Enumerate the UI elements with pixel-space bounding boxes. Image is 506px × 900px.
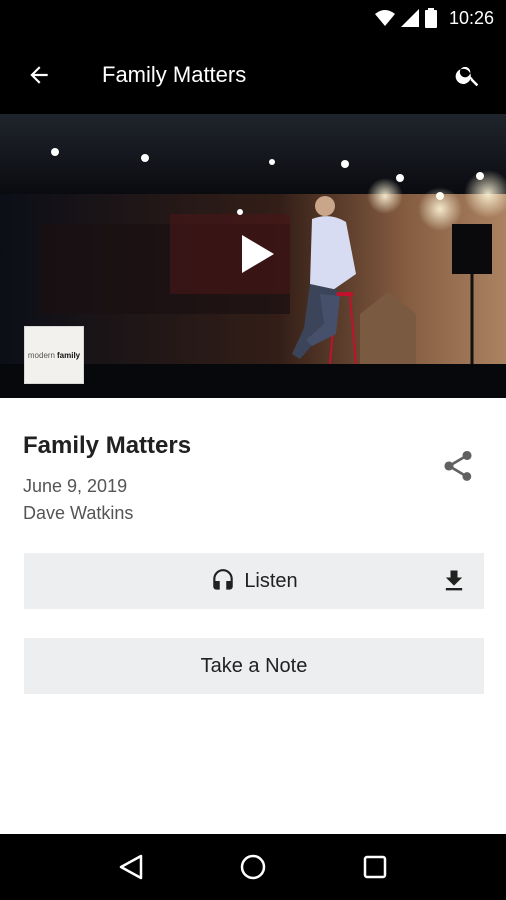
search-icon (455, 66, 479, 87)
status-time: 10:26 (448, 7, 494, 28)
take-note-label: Take a Note (200, 654, 308, 677)
sermon-video-hero[interactable]: modern family (0, 114, 506, 398)
status-bar: 10:26 (0, 0, 506, 36)
sermon-speaker: Dave Watkins (23, 503, 134, 523)
nav-back-button[interactable] (106, 842, 156, 892)
sermon-date: June 9, 2019 (23, 476, 128, 496)
app-bar: Family Matters (0, 36, 506, 114)
system-nav-bar (0, 834, 506, 900)
share-button[interactable] (436, 444, 480, 488)
wifi-icon (374, 9, 395, 27)
thumbnail-text-light: modern (27, 350, 55, 360)
page-title: Family Matters (102, 62, 247, 87)
listen-button[interactable]: Listen (24, 553, 484, 609)
nav-recents-icon (363, 855, 387, 879)
nav-home-icon (240, 854, 266, 880)
cell-signal-icon (400, 9, 419, 27)
back-button[interactable] (0, 36, 80, 114)
series-thumbnail: modern family (24, 326, 84, 384)
download-button[interactable] (436, 563, 472, 599)
play-button[interactable] (234, 232, 278, 276)
thumbnail-text-bold: family (57, 350, 81, 360)
nav-back-icon (119, 854, 143, 880)
share-icon (444, 451, 472, 481)
take-note-button[interactable]: Take a Note (24, 638, 484, 694)
sermon-details: Family Matters June 9, 2019 Dave Watkins… (0, 398, 506, 834)
play-icon (242, 235, 274, 273)
sermon-title: Family Matters (23, 432, 192, 459)
listen-content: Listen (210, 568, 298, 594)
nav-home-button[interactable] (228, 842, 278, 892)
battery-icon (424, 8, 437, 28)
arrow-back-icon (30, 66, 48, 84)
search-button[interactable] (430, 36, 506, 114)
nav-recents-button[interactable] (350, 842, 400, 892)
download-icon (445, 570, 463, 591)
listen-label: Listen (244, 569, 298, 592)
headphones-icon (213, 569, 234, 590)
